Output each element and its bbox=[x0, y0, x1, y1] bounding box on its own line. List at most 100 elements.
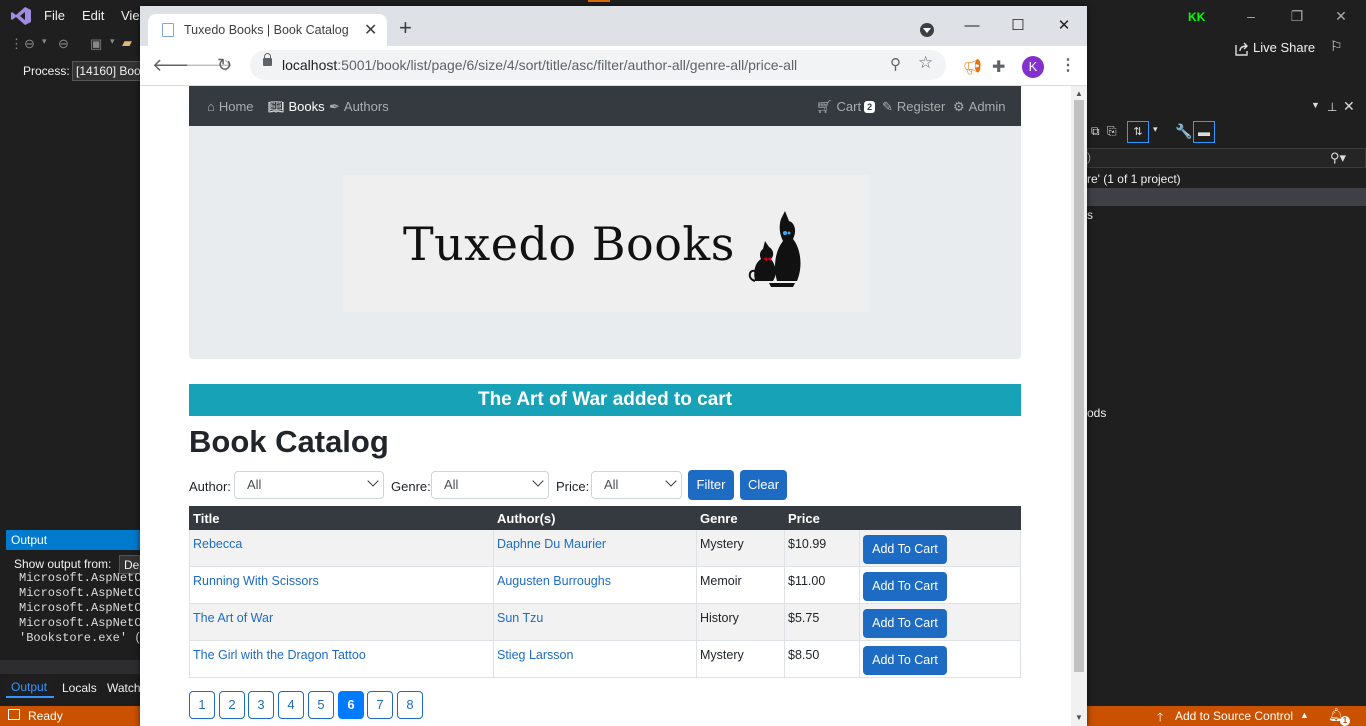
genre-filter-select[interactable]: All bbox=[431, 471, 549, 499]
solution-explorer-search[interactable] bbox=[1087, 148, 1366, 168]
vs-new-dropdown-icon[interactable]: ▾ bbox=[110, 36, 115, 47]
author-filter-select[interactable]: All bbox=[234, 471, 384, 499]
vs-new-item-icon[interactable]: ▣ bbox=[90, 36, 102, 52]
se-dropdown-icon[interactable]: ▼ bbox=[1311, 100, 1320, 110]
tab-output[interactable]: Output bbox=[6, 678, 54, 698]
book-open-icon: 📖︎ bbox=[268, 99, 285, 114]
feather-icon: ✒ bbox=[329, 99, 340, 114]
source-control-dropdown-icon[interactable]: ▲ bbox=[1300, 710, 1309, 720]
zoom-icon[interactable]: ⚲ bbox=[890, 55, 901, 73]
page-link[interactable]: 8 bbox=[397, 691, 423, 719]
nav-home[interactable]: ⌂ Home bbox=[207, 99, 254, 114]
header-price[interactable]: Price bbox=[788, 511, 820, 526]
solution-explorer-toolbar: ⧉ ⎘ ⇅ ▾ 🔧 ▬ bbox=[1087, 120, 1366, 146]
browser-maximize-icon[interactable]: ☐ bbox=[998, 12, 1038, 40]
vs-back-icon[interactable]: ⊖ bbox=[24, 36, 35, 52]
page-link[interactable]: 4 bbox=[278, 691, 304, 719]
tab-watch[interactable]: Watch bbox=[107, 681, 141, 695]
book-title-link[interactable]: Running With Scissors bbox=[193, 574, 319, 588]
page-favicon-icon bbox=[162, 23, 174, 37]
vs-menu-view[interactable]: Vie bbox=[121, 8, 140, 23]
vs-forward-icon[interactable]: ⊖ bbox=[58, 36, 69, 52]
tree-item[interactable]: s bbox=[1087, 208, 1093, 222]
vs-menu-file[interactable]: File bbox=[44, 8, 65, 23]
book-title-link[interactable]: Rebecca bbox=[193, 537, 242, 551]
header-title[interactable]: Title bbox=[193, 511, 220, 526]
page-link[interactable]: 1 bbox=[189, 691, 215, 719]
lock-icon[interactable] bbox=[263, 53, 272, 66]
nav-cart[interactable]: 🛒︎ Cart 2 bbox=[816, 99, 876, 115]
browser-menu-icon[interactable]: ⋮ bbox=[1060, 56, 1076, 76]
add-to-source-control-button[interactable]: Add to Source Control bbox=[1175, 709, 1293, 723]
cell-border bbox=[493, 604, 494, 641]
live-share-icon[interactable] bbox=[1234, 41, 1250, 57]
vs-back-dropdown-icon[interactable]: ▾ bbox=[42, 36, 47, 47]
se-properties-icon[interactable]: 🔧 bbox=[1175, 123, 1192, 140]
nav-authors[interactable]: ✒ Authors bbox=[329, 99, 389, 115]
book-title-link[interactable]: The Girl with the Dragon Tattoo bbox=[193, 648, 366, 662]
page-link-active[interactable]: 6 bbox=[338, 691, 364, 719]
se-pin-icon[interactable]: ⊥ bbox=[1327, 100, 1337, 114]
scrollbar-thumb[interactable] bbox=[1074, 100, 1084, 672]
se-close-icon[interactable]: ✕ bbox=[1343, 98, 1355, 115]
vs-minimize-icon[interactable]: – bbox=[1236, 6, 1266, 26]
tree-item[interactable]: ods bbox=[1087, 406, 1106, 420]
vs-process-select[interactable]: [14160] Boo bbox=[72, 61, 145, 81]
vs-user-avatar[interactable]: KK bbox=[1188, 7, 1210, 27]
extension-megaphone-icon[interactable]: 📢︎ bbox=[963, 58, 982, 76]
address-bar[interactable]: localhost:5001/book/list/page/6/size/4/s… bbox=[250, 50, 946, 80]
url-text[interactable]: localhost:5001/book/list/page/6/size/4/s… bbox=[282, 57, 797, 73]
tab-search-icon[interactable] bbox=[920, 23, 934, 37]
author-link[interactable]: Sun Tzu bbox=[497, 611, 543, 625]
page-link[interactable]: 2 bbox=[219, 691, 245, 719]
nav-books[interactable]: 📖︎ Books bbox=[268, 99, 325, 115]
author-link[interactable]: Daphne Du Maurier bbox=[497, 537, 606, 551]
book-title-link[interactable]: The Art of War bbox=[193, 611, 273, 625]
se-sync-dropdown-icon[interactable]: ▾ bbox=[1153, 124, 1158, 135]
page-scrollbar[interactable]: ▲ ▼ bbox=[1071, 86, 1087, 726]
header-genre[interactable]: Genre bbox=[700, 511, 738, 526]
browser-tab[interactable]: Tuxedo Books | Book Catalog ✕ bbox=[148, 14, 387, 46]
page-link[interactable]: 5 bbox=[308, 691, 334, 719]
tab-close-icon[interactable]: ✕ bbox=[364, 20, 377, 40]
se-sync-icon[interactable]: ⇅ bbox=[1127, 121, 1149, 143]
profile-avatar[interactable]: K bbox=[1022, 56, 1044, 78]
feedback-icon[interactable]: ⚐ bbox=[1330, 38, 1348, 56]
browser-close-icon[interactable]: ✕ bbox=[1044, 12, 1084, 40]
selected-tree-row[interactable] bbox=[1087, 188, 1366, 206]
se-search-icon[interactable]: ⚲▾ bbox=[1330, 150, 1346, 166]
se-view-icon[interactable]: ⧉ bbox=[1091, 124, 1100, 139]
live-share-button[interactable]: Live Share bbox=[1253, 40, 1315, 55]
bookmark-star-icon[interactable]: ☆ bbox=[918, 53, 933, 73]
clear-button[interactable]: Clear bbox=[740, 470, 787, 500]
author-link[interactable]: Augusten Burroughs bbox=[497, 574, 611, 588]
vs-open-folder-icon[interactable]: ▰ bbox=[122, 35, 132, 51]
vs-restore-icon[interactable]: ❐ bbox=[1282, 6, 1312, 26]
vs-menu-edit[interactable]: Edit bbox=[82, 8, 104, 23]
se-preview-icon[interactable]: ▬ bbox=[1193, 121, 1215, 143]
header-authors[interactable]: Author(s) bbox=[497, 511, 556, 526]
se-copy-icon[interactable]: ⎘ bbox=[1107, 124, 1117, 139]
page-title: Book Catalog bbox=[189, 424, 389, 459]
nav-admin[interactable]: ⚙ Admin bbox=[953, 99, 1006, 115]
reload-icon[interactable]: ↻ bbox=[217, 54, 232, 76]
output-hscrollbar[interactable] bbox=[0, 660, 140, 674]
scroll-down-icon[interactable]: ▼ bbox=[1075, 713, 1083, 722]
filter-button[interactable]: Filter bbox=[688, 470, 734, 500]
vs-close-icon[interactable]: ✕ bbox=[1326, 6, 1356, 26]
page-link[interactable]: 7 bbox=[367, 691, 393, 719]
add-to-cart-button[interactable]: Add To Cart bbox=[863, 646, 947, 675]
solution-node[interactable]: re' (1 of 1 project) bbox=[1087, 172, 1181, 186]
scroll-up-icon[interactable]: ▲ bbox=[1075, 89, 1083, 98]
browser-minimize-icon[interactable]: — bbox=[952, 12, 992, 40]
author-link[interactable]: Stieg Larsson bbox=[497, 648, 573, 662]
tab-locals[interactable]: Locals bbox=[62, 681, 97, 695]
add-to-cart-button[interactable]: Add To Cart bbox=[863, 609, 947, 638]
nav-register[interactable]: ✎ Register bbox=[882, 99, 945, 115]
price-filter-select[interactable]: All bbox=[591, 471, 682, 499]
page-link[interactable]: 3 bbox=[248, 691, 274, 719]
add-to-cart-button[interactable]: Add To Cart bbox=[863, 535, 947, 564]
extensions-puzzle-icon[interactable]: ✚ bbox=[992, 57, 1005, 77]
add-to-cart-button[interactable]: Add To Cart bbox=[863, 572, 947, 601]
new-tab-plus-icon[interactable]: + bbox=[399, 17, 412, 39]
